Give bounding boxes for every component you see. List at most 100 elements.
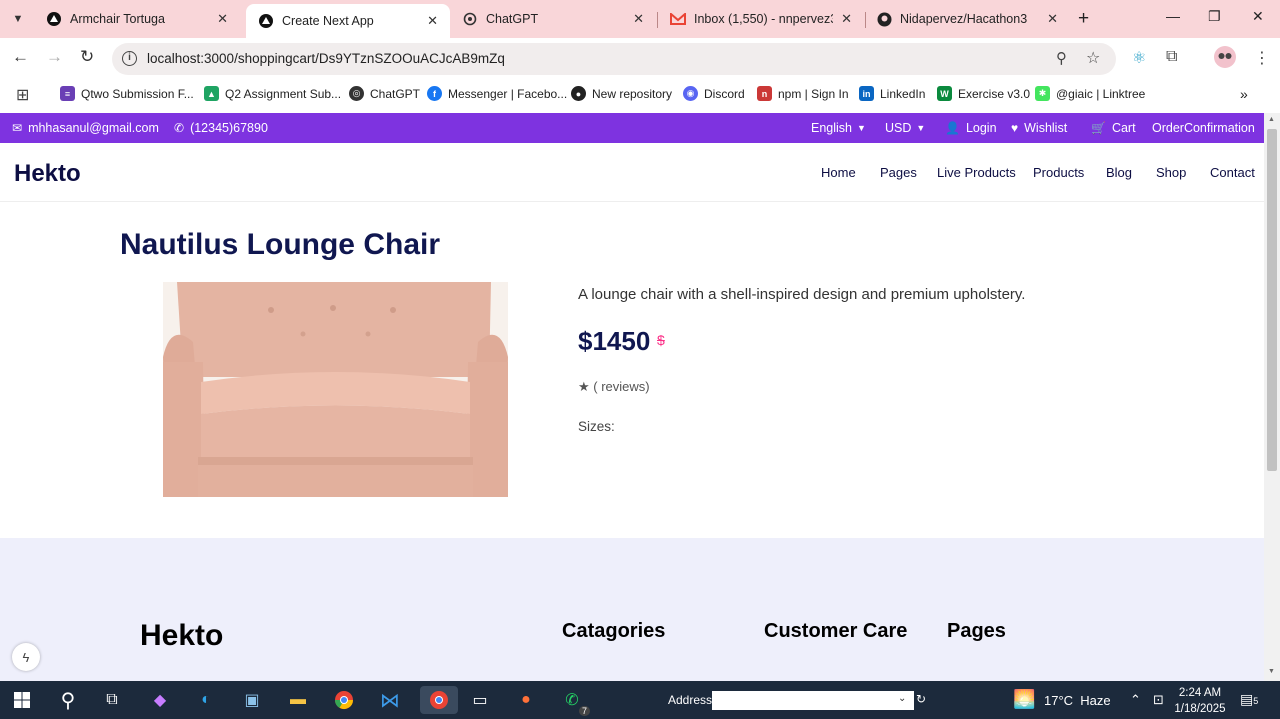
nav-pages[interactable]: Pages (880, 165, 917, 180)
chevron-down-icon[interactable]: ⌄ (898, 693, 906, 704)
cart-link[interactable]: 🛒 Cart (1091, 121, 1136, 135)
close-icon[interactable]: ✕ (217, 11, 228, 27)
site-logo[interactable]: Hekto (14, 160, 81, 188)
site-topbar: ✉ mhhasanul@gmail.com ✆ (12345)67890 Engli… (0, 113, 1264, 143)
window-close-icon[interactable]: ✕ (1252, 8, 1264, 25)
bookmark-npm[interactable]: n npm | Sign In (757, 86, 849, 101)
bookmark-linktree[interactable]: ✱ @giaic | Linktree (1035, 86, 1145, 101)
restore-icon[interactable]: ❐ (1208, 8, 1221, 25)
chevron-up-icon[interactable]: ⌃ (1130, 692, 1141, 708)
firefox-icon[interactable]: ● (512, 686, 540, 714)
more-bookmarks-chevron-icon[interactable]: » (1240, 86, 1248, 102)
notifications-icon[interactable]: ▤5 (1240, 691, 1258, 708)
language-label: English (811, 121, 852, 135)
react-devtools-icon[interactable]: ⚛ (1132, 48, 1146, 68)
notification-count: 5 (1253, 696, 1259, 706)
bookmark-exercise[interactable]: W Exercise v3.0 (937, 86, 1030, 101)
kebab-menu-icon[interactable]: ⋮ (1254, 48, 1270, 68)
site-footer: Hekto Catagories Customer Care Pages (0, 538, 1264, 681)
bookmark-linkedin[interactable]: in LinkedIn (859, 86, 925, 101)
scrollbar-thumb[interactable] (1267, 129, 1277, 471)
armchair-illustration (163, 282, 508, 497)
address-go-icon[interactable]: ↻ (916, 692, 926, 706)
nav-blog[interactable]: Blog (1106, 165, 1132, 180)
language-select[interactable]: English ▼ (811, 121, 866, 135)
bookmark-chatgpt[interactable]: ◎ ChatGPT (349, 86, 420, 101)
site-header: Hekto Home Pages Live Products Products … (0, 143, 1264, 202)
terminal-icon[interactable]: ▭ (466, 686, 494, 714)
windows-start-icon[interactable] (8, 686, 36, 714)
bookmark-star-icon[interactable]: ☆ (1086, 48, 1100, 68)
profile-avatar-icon[interactable] (1214, 46, 1236, 73)
system-clock[interactable]: 2:24 AM 1/18/2025 (1170, 685, 1230, 717)
back-arrow-icon[interactable]: ← (12, 47, 29, 67)
chatgpt-icon (462, 11, 478, 27)
reload-icon[interactable]: ↻ (80, 47, 94, 67)
browser-toolbar: ← → ↻ i localhost:3000/shoppingcart/Ds9Y… (0, 38, 1280, 80)
chrome-icon[interactable] (330, 686, 358, 714)
wishlist-link[interactable]: ♥ Wishlist (1011, 121, 1067, 135)
scroll-up-arrow-icon[interactable]: ▲ (1268, 116, 1275, 123)
forward-arrow-icon[interactable]: → (46, 47, 63, 67)
email-contact[interactable]: ✉ mhhasanul@gmail.com (12, 121, 159, 135)
order-confirmation-link[interactable]: OrderConfirmation (1152, 121, 1255, 135)
tab-chatgpt[interactable]: ChatGPT ✕ (450, 0, 656, 38)
nav-products[interactable]: Products (1033, 165, 1084, 180)
nextjs-dev-indicator-icon[interactable]: ϟ (12, 643, 40, 671)
bookmark-q2-assignment[interactable]: ▲ Q2 Assignment Sub... (204, 86, 341, 101)
control-panel-icon[interactable]: ▣ (238, 686, 266, 714)
scroll-down-arrow-icon[interactable]: ▼ (1268, 668, 1275, 675)
edge-icon[interactable]: ◐ (192, 686, 220, 714)
zoom-magnifier-icon[interactable]: ⚲ (1056, 49, 1067, 67)
new-tab-plus-icon[interactable]: + (1078, 8, 1089, 30)
close-icon[interactable]: ✕ (841, 11, 852, 27)
close-icon[interactable]: ✕ (427, 13, 438, 29)
bookmark-discord[interactable]: ◉ Discord (683, 86, 745, 101)
url-text[interactable]: localhost:3000/shoppingcart/Ds9YTznSZOOu… (147, 51, 505, 66)
tab-gmail-inbox[interactable]: Inbox (1,550) - nnpervez333 ✕ (658, 0, 864, 38)
weather-widget[interactable]: 17°C Haze (1044, 693, 1111, 708)
address-toolbar-input[interactable] (712, 691, 914, 710)
tab-armchair-tortuga[interactable]: Armchair Tortuga ✕ (34, 0, 240, 38)
tab-search-chevron-icon[interactable]: ▼ (6, 8, 30, 30)
currency-select[interactable]: USD ▼ (885, 121, 925, 135)
chrome-profile-icon[interactable] (420, 686, 458, 714)
email-text: mhhasanul@gmail.com (28, 121, 159, 135)
wishlist-label: Wishlist (1024, 121, 1068, 135)
vscode-icon[interactable]: ⋈ (376, 686, 404, 714)
file-explorer-icon[interactable]: ▬ (284, 686, 312, 714)
nav-live-products[interactable]: Live Products (937, 165, 1016, 180)
windows-taskbar: ⚲ ⧉ ◆ ◐ ▣ ▬ ⋈ ▭ ● ✆ 7 Address ⌄ ↻ 🌅 17°C … (0, 681, 1280, 719)
google-drive-icon: ▲ (204, 86, 219, 101)
apps-grid-icon[interactable]: ⊞ (16, 85, 29, 105)
bookmark-qtwo-submission[interactable]: ≡ Qtwo Submission F... (60, 86, 194, 101)
footer-logo: Hekto (140, 619, 224, 652)
copilot-icon[interactable]: ◆ (146, 686, 174, 714)
address-bar[interactable]: i localhost:3000/shoppingcart/Ds9YTznSZO… (112, 43, 1116, 75)
close-icon[interactable]: ✕ (1047, 11, 1058, 27)
bookmark-messenger[interactable]: f Messenger | Facebo... (427, 86, 567, 101)
product-image (163, 282, 508, 497)
nav-contact[interactable]: Contact (1210, 165, 1255, 180)
page-scrollbar[interactable]: ▲ ▼ (1264, 113, 1280, 681)
login-link[interactable]: 👤 Login (945, 121, 997, 135)
footer-heading-pages: Pages (947, 620, 1006, 642)
search-icon[interactable]: ⚲ (54, 686, 82, 714)
task-view-icon[interactable]: ⧉ (98, 686, 126, 714)
meet-now-icon[interactable]: ⊡ (1153, 692, 1164, 708)
nav-shop[interactable]: Shop (1156, 165, 1186, 180)
phone-text: (12345)67890 (190, 121, 268, 135)
whatsapp-icon[interactable]: ✆ 7 (558, 686, 590, 716)
github-icon (876, 11, 892, 27)
tab-create-next-app[interactable]: Create Next App ✕ (246, 4, 450, 38)
nav-home[interactable]: Home (821, 165, 856, 180)
minimize-icon[interactable]: — (1166, 8, 1180, 24)
phone-contact[interactable]: ✆ (12345)67890 (174, 121, 268, 135)
close-icon[interactable]: ✕ (633, 11, 644, 27)
bookmark-new-repository[interactable]: ● New repository (571, 86, 672, 101)
extensions-puzzle-icon[interactable]: ⧉ (1166, 48, 1177, 66)
site-info-icon[interactable]: i (122, 51, 137, 66)
linktree-icon: ✱ (1035, 86, 1050, 101)
github-icon: ● (571, 86, 586, 101)
tab-github[interactable]: Nidapervez/Hacathon3 ✕ (864, 0, 1070, 38)
